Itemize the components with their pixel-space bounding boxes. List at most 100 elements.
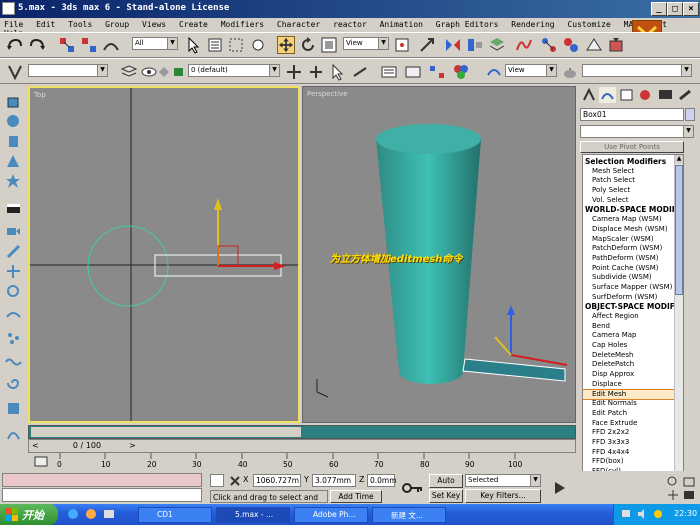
network-icon[interactable] [620, 508, 632, 520]
create-helper-icon[interactable] [5, 263, 22, 280]
create-star-icon[interactable] [5, 173, 22, 190]
modifier-list-item[interactable]: SurfDeform (WSM) [583, 293, 683, 303]
track-view-icon[interactable] [404, 63, 422, 81]
use-pivot-points-button[interactable]: Use Pivot Points [580, 141, 684, 153]
modifier-list-item[interactable]: DeletePatch [583, 360, 683, 370]
modifier-list-item[interactable]: Point Cache (WSM) [583, 264, 683, 274]
menu-reactor[interactable]: reactor [333, 20, 367, 29]
modifier-list-item[interactable]: Surface Mapper (WSM) [583, 283, 683, 293]
modifier-list-item[interactable]: Poly Select [583, 186, 683, 196]
play-icon[interactable] [546, 474, 574, 502]
layers-icon[interactable] [120, 63, 138, 81]
create-cylinder-icon[interactable] [5, 133, 22, 150]
unlink-icon[interactable] [80, 36, 98, 54]
create-box-icon[interactable] [5, 93, 22, 110]
hierarchy-tab-icon[interactable] [618, 87, 635, 103]
maxscript-input[interactable] [2, 488, 202, 502]
modifier-list-item[interactable]: FFD(box) [583, 457, 683, 467]
menu-rendering[interactable]: Rendering [511, 20, 554, 29]
select-by-name-icon[interactable] [207, 36, 225, 54]
modifier-list-item[interactable]: Vol. Select [583, 196, 683, 206]
menu-customize[interactable]: Customize [567, 20, 610, 29]
ime-icon[interactable] [652, 508, 664, 520]
zoom-extents-icon[interactable] [682, 476, 696, 488]
time-slider[interactable]: < 0 / 100 > [28, 439, 576, 453]
material-editor-icon[interactable] [562, 36, 580, 54]
modifier-list-item[interactable]: FFD 4x4x4 [583, 448, 683, 458]
create-particle-icon[interactable] [5, 330, 22, 347]
menu-modifiers[interactable]: Modifiers [221, 20, 264, 29]
create-tab-icon[interactable] [581, 87, 598, 103]
key-selection-dropdown[interactable]: Selected ▼ [465, 474, 541, 487]
task-new-document[interactable]: 新建 文... [372, 507, 446, 523]
undo-icon[interactable] [6, 36, 24, 54]
modifier-list-item[interactable]: PathDeform (WSM) [583, 254, 683, 264]
menu-character[interactable]: Character [277, 20, 320, 29]
modifier-list-item[interactable]: Disp Approx [583, 370, 683, 380]
modifier-list-item[interactable]: Displace [583, 380, 683, 390]
create-spacewarp-icon[interactable] [5, 283, 22, 300]
render-preset-dropdown[interactable]: ▼ [582, 64, 692, 77]
create-system-icon[interactable] [5, 307, 22, 324]
track-bar-icon[interactable] [34, 455, 48, 469]
utilities-tab-icon[interactable] [677, 87, 694, 103]
add-to-layer-icon[interactable] [285, 63, 303, 81]
snap-toggle-icon[interactable] [6, 63, 24, 81]
mirror-icon[interactable] [444, 36, 462, 54]
track-bar[interactable]: 0 10 20 30 40 50 60 70 80 90 100 [28, 453, 576, 471]
align-icon[interactable] [466, 36, 484, 54]
layer-manager-icon[interactable] [488, 36, 506, 54]
create-patch-icon[interactable] [5, 400, 22, 417]
maximize-button[interactable]: □ [667, 2, 683, 16]
create-plane-icon[interactable] [5, 200, 22, 217]
z-coordinate-field[interactable]: 0.0mm [367, 474, 397, 487]
edit-named-sets-icon[interactable] [380, 63, 398, 81]
menu-animation[interactable]: Animation [380, 20, 423, 29]
object-color-swatch[interactable] [685, 108, 695, 121]
pivot-icon[interactable] [393, 36, 411, 54]
maxscript-listener[interactable] [2, 473, 202, 487]
menu-tools[interactable]: Tools [68, 20, 92, 29]
modifier-list-item[interactable]: Mesh Select [583, 167, 683, 177]
maximize-viewport-icon[interactable] [682, 489, 696, 501]
create-sphere-icon[interactable] [5, 113, 22, 130]
set-key-button[interactable]: Set Key [429, 489, 463, 503]
scroll-thumb[interactable] [675, 165, 683, 295]
modifier-list-item[interactable]: Bend [583, 322, 683, 332]
close-button[interactable]: × [683, 2, 699, 16]
select-rotate-icon[interactable] [299, 36, 317, 54]
modifier-list-dropdown[interactable]: ▼ [580, 125, 694, 138]
create-light-icon[interactable] [5, 243, 22, 260]
menu-file[interactable]: File [4, 20, 23, 29]
frame-counter[interactable]: 0 / 100 [67, 441, 107, 450]
menu-edit[interactable]: Edit [36, 20, 55, 29]
select-link-icon[interactable] [58, 36, 76, 54]
y-coordinate-field[interactable]: 3.077mm [312, 474, 356, 487]
material-icon[interactable] [452, 63, 470, 81]
modifier-list-item[interactable]: FFD 3x3x3 [583, 438, 683, 448]
key-filters-button[interactable]: Key Filters... [465, 489, 541, 503]
select-in-layer-icon[interactable] [329, 63, 347, 81]
teapot-icon[interactable] [561, 63, 579, 81]
absolute-mode-icon[interactable] [229, 474, 241, 487]
modifier-list-item[interactable]: Cap Holes [583, 341, 683, 351]
task-cd1[interactable]: CD1 [138, 507, 212, 523]
menu-views[interactable]: Views [142, 20, 166, 29]
ie-icon[interactable] [66, 507, 80, 521]
pan-icon[interactable] [666, 489, 680, 501]
create-cone-icon[interactable] [5, 153, 22, 170]
modifier-list-item[interactable]: Subdivide (WSM) [583, 273, 683, 283]
modifier-list-item[interactable]: MapScaler (WSM) [583, 235, 683, 245]
desktop-icon[interactable] [102, 507, 116, 521]
redo-icon[interactable] [28, 36, 46, 54]
schematic-icon[interactable] [428, 63, 446, 81]
auto-key-button[interactable]: Auto Key [429, 474, 463, 497]
scroll-up-icon[interactable]: ▲ [675, 155, 683, 164]
zoom-icon[interactable] [666, 476, 680, 488]
task-3dsmax[interactable]: 5.max - ... [216, 507, 290, 523]
curve-editor-icon[interactable] [515, 36, 533, 54]
render-scene-icon[interactable] [585, 36, 603, 54]
select-object-icon[interactable] [185, 36, 203, 54]
modifier-list-item[interactable]: Patch Select [583, 176, 683, 186]
modifier-list-item[interactable]: PatchDeform (WSM) [583, 244, 683, 254]
